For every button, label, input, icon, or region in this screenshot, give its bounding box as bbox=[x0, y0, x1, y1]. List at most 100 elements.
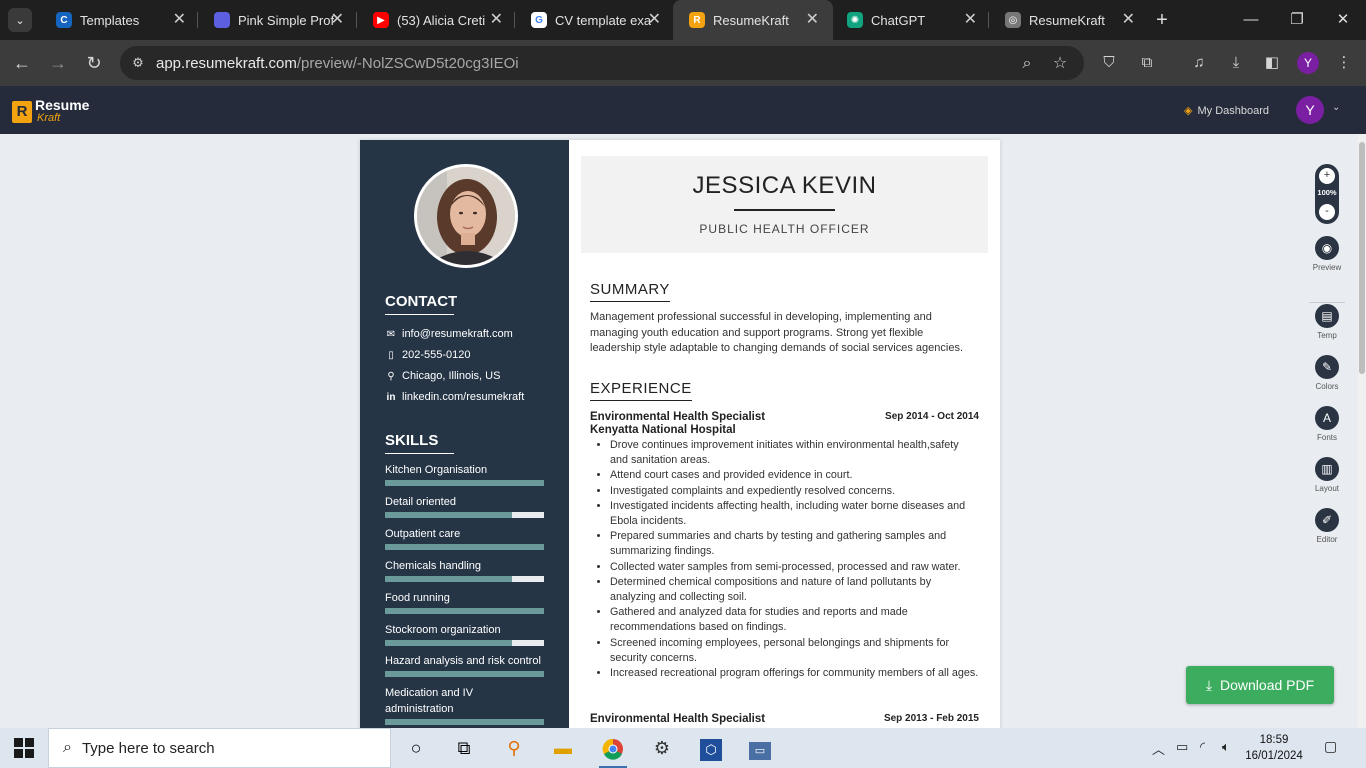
new-tab-button[interactable]: + bbox=[1150, 8, 1174, 32]
browser-menu-icon[interactable]: ⋮ bbox=[1334, 53, 1354, 73]
bookmark-star-icon[interactable]: ☆ bbox=[1050, 54, 1070, 74]
taskbar-search-box[interactable]: ⌕ Type here to search bbox=[48, 728, 391, 768]
tab-close-icon[interactable]: ✕ bbox=[648, 11, 661, 29]
tool-colors-button[interactable]: ✎ Colors bbox=[1304, 355, 1350, 391]
tab-close-icon[interactable]: ✕ bbox=[173, 11, 186, 29]
my-dashboard-link[interactable]: ◈ My Dashboard bbox=[1184, 104, 1270, 118]
skill-item[interactable]: Food running bbox=[385, 590, 544, 614]
settings-gear-icon[interactable]: ⚙ bbox=[642, 732, 682, 764]
cortana-icon[interactable]: ○ bbox=[396, 732, 436, 764]
resume-job-title[interactable]: PUBLIC HEALTH OFFICER bbox=[581, 222, 988, 236]
tab-search-button[interactable]: ⌄ bbox=[8, 8, 32, 32]
browser-profile-avatar[interactable]: Y bbox=[1297, 52, 1319, 74]
job-bullet: Drove continues improvement initiates wi… bbox=[610, 438, 979, 468]
tab-favicon-icon: R bbox=[689, 12, 705, 28]
contact-item[interactable]: in linkedin.com/resumekraft bbox=[385, 391, 525, 403]
contact-item[interactable]: ✉ info@resumekraft.com bbox=[385, 328, 513, 340]
wifi-icon[interactable]: ◜ bbox=[1200, 739, 1205, 755]
job-entry[interactable]: Environmental Health Specialist Sep 2013… bbox=[590, 713, 979, 725]
skill-item[interactable]: Medication and IV administration bbox=[385, 685, 544, 725]
side-panel-icon[interactable]: ◧ bbox=[1262, 53, 1282, 73]
job-organization: Kenyatta National Hospital bbox=[590, 424, 736, 436]
tab-title: ResumeKraft bbox=[1029, 12, 1105, 28]
my-dashboard-label: My Dashboard bbox=[1197, 104, 1270, 117]
media-controls-icon[interactable]: ♫ bbox=[1189, 53, 1209, 73]
skill-item[interactable]: Hazard analysis and risk control bbox=[385, 653, 544, 677]
volume-icon[interactable]: 🔈︎ bbox=[1222, 739, 1230, 755]
tab-close-icon[interactable]: ✕ bbox=[490, 11, 503, 29]
browser-tab[interactable]: Pink Simple Prof ✕ bbox=[198, 0, 358, 40]
profile-photo[interactable] bbox=[414, 164, 518, 268]
tab-close-icon[interactable]: ✕ bbox=[806, 11, 819, 29]
app-cube-icon[interactable]: ⬡ bbox=[691, 732, 731, 764]
summary-heading: SUMMARY bbox=[590, 281, 670, 302]
browser-tab[interactable]: C Templates ✕ bbox=[40, 0, 200, 40]
zoom-out-button[interactable]: - bbox=[1319, 204, 1335, 220]
back-button[interactable]: ← bbox=[11, 52, 33, 74]
site-info-icon[interactable]: ⚙ bbox=[130, 55, 146, 71]
tab-close-icon[interactable]: ✕ bbox=[964, 11, 977, 29]
zoom-in-button[interactable]: + bbox=[1319, 168, 1335, 184]
skill-level-bar bbox=[385, 544, 544, 550]
notification-icon[interactable]: ▢ bbox=[1324, 738, 1342, 756]
file-explorer-icon[interactable]: ▬ bbox=[543, 732, 583, 764]
chevron-down-icon[interactable]: ⌄ bbox=[1332, 102, 1340, 113]
tab-close-icon[interactable]: ✕ bbox=[1122, 11, 1135, 29]
name-header: JESSICA KEVIN PUBLIC HEALTH OFFICER bbox=[581, 156, 988, 253]
browser-tab[interactable]: ◎ ResumeKraft ✕ bbox=[989, 0, 1149, 40]
job-bullet: Collected water samples from semi-proces… bbox=[610, 560, 979, 575]
download-pdf-button[interactable]: ⤓ Download PDF bbox=[1186, 666, 1334, 704]
tab-title: (53) Alicia Creti bbox=[397, 12, 486, 28]
search-icon: ⌕ bbox=[63, 739, 72, 756]
tool-editor-button[interactable]: ✐ Editor bbox=[1304, 508, 1350, 544]
resume-name[interactable]: JESSICA KEVIN bbox=[581, 172, 988, 200]
tool-label: Fonts bbox=[1316, 433, 1337, 442]
browser-toolbar: ← → ↻ ⚙ app.resumekraft.com/preview/-Nol… bbox=[0, 40, 1366, 86]
tool-temp-button[interactable]: ▤ Temp bbox=[1304, 304, 1350, 340]
browser-tab[interactable]: ✺ ChatGPT ✕ bbox=[831, 0, 991, 40]
search-app-icon[interactable]: ⚲ bbox=[494, 732, 534, 764]
reload-button[interactable]: ↻ bbox=[83, 52, 105, 74]
tab-favicon-icon bbox=[214, 12, 230, 28]
taskbar-clock[interactable]: 18:59 16/01/2024 bbox=[1244, 732, 1304, 764]
tool-layout-button[interactable]: ▥ Layout bbox=[1304, 457, 1350, 493]
download-icon[interactable]: ⤓ bbox=[1226, 53, 1246, 73]
tab-title: ResumeKraft bbox=[713, 12, 789, 28]
tab-close-icon[interactable]: ✕ bbox=[331, 11, 344, 29]
skill-item[interactable]: Kitchen Organisation bbox=[385, 462, 544, 486]
skill-item[interactable]: Stockroom organization bbox=[385, 622, 544, 646]
shield-extension-icon[interactable]: ⛉ bbox=[1099, 53, 1119, 73]
forward-button[interactable]: → bbox=[47, 52, 69, 74]
contact-item[interactable]: ⚲ Chicago, Illinois, US bbox=[385, 370, 500, 382]
address-bar[interactable]: ⚙ app.resumekraft.com/preview/-NolZSCwD5… bbox=[120, 46, 1084, 80]
skill-level-bar bbox=[385, 608, 544, 614]
resumekraft-logo[interactable]: R Resume Kraft bbox=[12, 98, 89, 124]
skill-item[interactable]: Outpatient care bbox=[385, 526, 544, 550]
skill-item[interactable]: Chemicals handling bbox=[385, 558, 544, 582]
zoom-lens-icon[interactable]: ⌕ bbox=[1017, 54, 1037, 74]
scrollbar-thumb[interactable] bbox=[1359, 142, 1365, 374]
restore-button[interactable]: ❐ bbox=[1285, 8, 1309, 32]
contact-item[interactable]: ▯ 202-555-0120 bbox=[385, 349, 470, 361]
user-avatar[interactable]: Y bbox=[1296, 96, 1324, 124]
task-view-icon[interactable]: ⧉ bbox=[444, 732, 484, 764]
browser-tab[interactable]: R ResumeKraft ✕ bbox=[673, 0, 833, 40]
tool-preview-button[interactable]: ◉ Preview bbox=[1304, 236, 1350, 272]
location-icon: ⚲ bbox=[387, 370, 395, 382]
chrome-icon[interactable] bbox=[593, 732, 633, 768]
remote-desktop-icon[interactable]: ▭ bbox=[740, 732, 780, 764]
pencil-icon: ✐ bbox=[1315, 508, 1339, 532]
browser-tab[interactable]: G CV template exa ✕ bbox=[515, 0, 675, 40]
job-entry[interactable]: Environmental Health Specialist Sep 2014… bbox=[590, 411, 979, 681]
windows-start-icon[interactable] bbox=[14, 738, 34, 758]
skill-item[interactable]: Detail oriented bbox=[385, 494, 544, 518]
show-hidden-icons-chevron[interactable]: ︿ bbox=[1152, 739, 1165, 758]
battery-icon[interactable]: ▭ bbox=[1176, 739, 1188, 755]
close-window-button[interactable]: ✕ bbox=[1331, 8, 1355, 32]
summary-text[interactable]: Management professional successful in de… bbox=[590, 310, 975, 357]
tool-fonts-button[interactable]: A Fonts bbox=[1304, 406, 1350, 442]
minimize-button[interactable]: — bbox=[1239, 8, 1263, 32]
browser-tab[interactable]: ▶ (53) Alicia Creti ✕ bbox=[357, 0, 517, 40]
url-host: app.resumekraft.com bbox=[156, 54, 297, 72]
extensions-puzzle-icon[interactable]: ⧉ bbox=[1137, 53, 1157, 73]
